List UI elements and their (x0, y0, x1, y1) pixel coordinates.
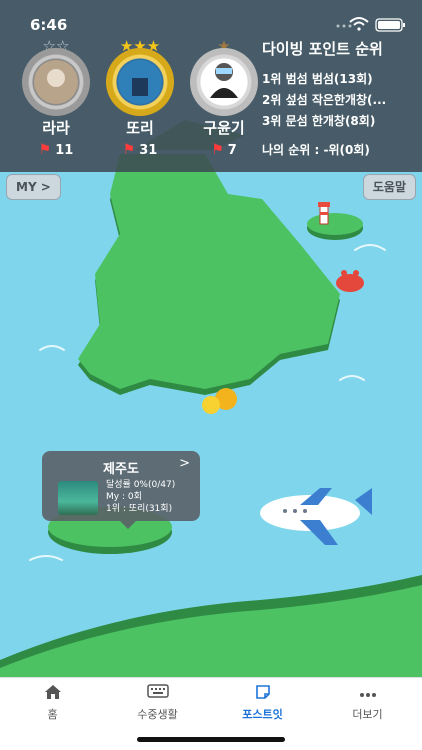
popup-title: 제주도 (103, 462, 139, 477)
ranker-lara[interactable]: ☆☆ 라라 ⚑ 11 (12, 38, 96, 163)
achievement-rate: 달성률 0%(0/47) (106, 480, 176, 490)
ranker-name: 라라 (42, 119, 70, 137)
ranking-row[interactable]: 2위 섶섬 작은한개창(... (262, 90, 420, 111)
avatar (22, 48, 90, 116)
region-popup[interactable]: 제주도 > 달성률 0%(0/47) My : 0회 1위 : 또리(31회) (42, 451, 200, 529)
top-rankers: ☆☆ 라라 ⚑ 11 ★★★ 또리 ⚑ 31 ★ 구윤기 ⚑ 7 (12, 38, 264, 163)
tab-label: 포스트잇 (242, 708, 283, 721)
sticky-note-icon (210, 684, 315, 702)
ranker-ttori[interactable]: ★★★ 또리 ⚑ 31 (96, 38, 180, 163)
ranking-row[interactable]: 1위 범섬 범섬(13회) (262, 69, 420, 90)
more-icon (315, 684, 420, 702)
my-button[interactable]: MY > (6, 174, 61, 200)
ranker-name: 구윤기 (203, 119, 245, 137)
ranker-count: ⚑ 7 (211, 142, 237, 158)
ranking-panel: 6:46 ☆☆ 라라 ⚑ 11 ★★★ 또리 ⚑ 31 ★ 구윤기 ⚑ 7 다이… (0, 0, 422, 172)
wifi-battery-icon (349, 17, 405, 32)
tab-label: 수중생활 (137, 708, 178, 721)
tab-home[interactable]: 홈 (0, 684, 105, 724)
ranking-row[interactable]: 3위 문섬 한개창(8회) (262, 111, 420, 132)
flag-icon: ⚑ (122, 142, 136, 158)
ranker-count: ⚑ 11 (38, 142, 74, 158)
home-indicator (137, 737, 285, 742)
flag-icon: ⚑ (211, 142, 224, 158)
keyboard-icon (105, 684, 210, 702)
top-ranker: 1위 : 또리(31회) (106, 504, 173, 514)
help-button[interactable]: 도움말 (362, 174, 416, 200)
popup-info: 달성률 0%(0/47) My : 0회 1위 : 또리(31회) (106, 479, 175, 515)
ranking-title: 다이빙 포인트 순위 (262, 40, 383, 58)
ranker-count: ⚑ 31 (122, 142, 158, 158)
popup-tail (120, 521, 136, 529)
avatar (190, 48, 258, 116)
tab-more[interactable]: 더보기 (315, 684, 420, 724)
my-rank: 나의 순위 : -위(0회) (262, 143, 370, 157)
ranker-guyungi[interactable]: ★ 구윤기 ⚑ 7 (180, 38, 264, 163)
status-time: 6:46 (30, 16, 68, 34)
tab-label: 더보기 (352, 708, 383, 721)
home-icon (0, 684, 105, 702)
region-thumbnail (58, 481, 98, 515)
dive-point-ranking: 다이빙 포인트 순위 1위 범섬 범섬(13회) 2위 섶섬 작은한개창(...… (262, 38, 420, 163)
tab-underwater-life[interactable]: 수중생활 (105, 684, 210, 724)
flag-icon: ⚑ (38, 142, 52, 158)
chevron-right-icon[interactable]: > (179, 456, 190, 471)
my-count: My : 0회 (106, 492, 142, 502)
avatar (106, 48, 174, 116)
tab-label: 홈 (47, 708, 58, 721)
tab-post-it[interactable]: 포스트잇 (210, 684, 315, 724)
ranker-name: 또리 (126, 119, 154, 137)
